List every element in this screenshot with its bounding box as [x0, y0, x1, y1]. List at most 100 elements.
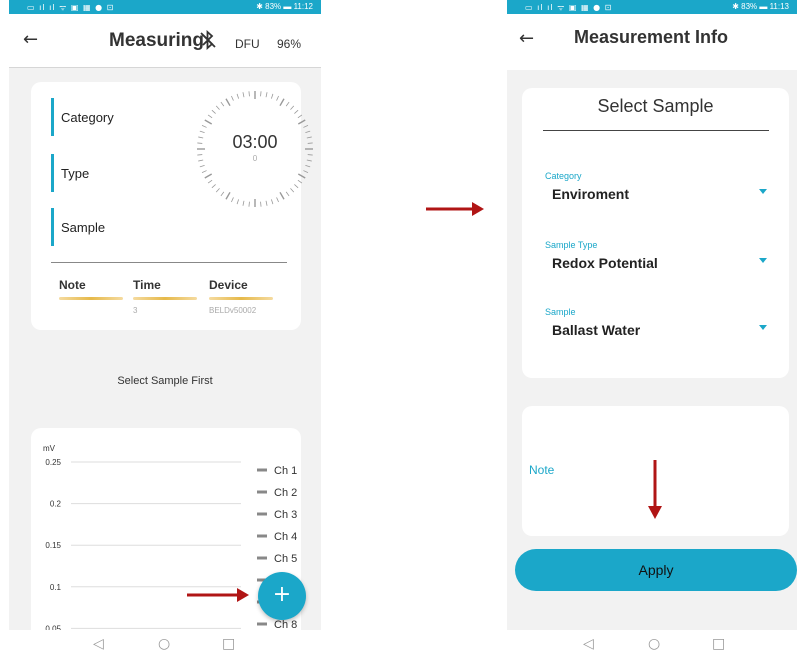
chart-y-tick-label: 0.1 — [50, 583, 62, 592]
meta-underline — [59, 297, 123, 300]
sample-dropdown-value: Ballast Water — [552, 322, 641, 338]
select-sample-title: Select Sample — [597, 96, 714, 116]
dial-tick — [290, 188, 295, 193]
dial-tick — [265, 200, 268, 206]
status-battery-time: ✱ 83% ▬ 11:12 — [256, 2, 313, 11]
legend-label: Ch 1 — [274, 465, 297, 477]
divider — [51, 262, 287, 263]
nav-back-icon[interactable]: ◁ — [583, 636, 594, 652]
category-dropdown-label: Category — [545, 171, 582, 181]
add-fab-button[interactable]: + — [258, 572, 306, 620]
dial-tick — [231, 95, 234, 101]
status-bar: ▭ ıl ıl ᯤ ▣ ▦ ● ⊡ ✱ 83% ▬ 11:12 — [9, 0, 321, 14]
annotation-arrow-fab — [187, 588, 249, 602]
bluetooth-off-icon[interactable] — [199, 29, 217, 55]
dropdown-caret-icon — [759, 189, 767, 194]
field-accent-bar — [51, 98, 54, 136]
field-accent-bar — [51, 208, 54, 246]
dial-tick — [270, 199, 274, 205]
device-meta-label: Device — [209, 278, 248, 292]
dial-tick — [285, 191, 290, 197]
dial-tick — [290, 105, 295, 110]
dial-tick — [204, 119, 213, 125]
timer-time: 03:00 — [232, 132, 278, 152]
chart-y-tick-label: 0.25 — [45, 458, 61, 467]
dial-tick — [211, 184, 216, 189]
measurement-info-card: Category Type Sample 03:00 0 Note Time 3… — [31, 82, 313, 330]
dfu-button[interactable]: DFU — [235, 37, 260, 51]
dial-tick — [211, 109, 216, 114]
status-battery-time: ✱ 83% ▬ 11:13 — [732, 2, 789, 11]
page-title: Measurement Info — [574, 27, 729, 47]
time-meta-value: 3 — [133, 306, 138, 315]
status-bar: ▭ ıl ıl ᯤ ▣ ▦ ● ⊡ ✱ 83% ▬ 11:13 — [507, 0, 797, 14]
annotation-arrow-down — [648, 460, 662, 519]
dial-tick — [279, 98, 285, 107]
select-sample-card: Select Sample Category Enviroment Sample… — [522, 88, 789, 378]
legend-label: Ch 5 — [274, 553, 297, 565]
nav-home-icon[interactable]: ○ — [648, 636, 660, 652]
device-meta: Device BELDv50002 — [209, 278, 273, 315]
chart-legend-entry[interactable]: Ch 2 — [257, 487, 297, 499]
system-nav-bar: ◁ ○ □ — [9, 630, 321, 660]
select-sample-first-message: Select Sample First — [117, 375, 213, 387]
note-meta: Note — [59, 278, 123, 300]
system-nav-bar: ◁ ○ □ — [507, 630, 797, 660]
timer-subvalue: 0 — [252, 154, 258, 163]
time-meta-label: Time — [133, 278, 161, 292]
sample-label: Sample — [61, 220, 106, 235]
nav-recent-icon[interactable]: □ — [222, 636, 235, 652]
page-title: Measuring — [109, 30, 205, 51]
annotation-arrow-between-screens — [426, 202, 484, 216]
dial-tick — [260, 91, 262, 97]
chart-card: mV 0.25 0.2 0.15 0.1 0.05 Ch 1 Ch 2 Ch 3 Ch 4 Ch 5… — [31, 428, 301, 660]
dial-tick — [303, 125, 309, 128]
category-dropdown[interactable]: Category Enviroment — [545, 171, 767, 202]
meta-underline — [209, 297, 273, 300]
dial-tick — [265, 92, 268, 98]
nav-recent-icon[interactable]: □ — [712, 636, 725, 652]
dial-tick — [220, 191, 225, 197]
measurement-info-screen: ▭ ıl ıl ᯤ ▣ ▦ ● ⊡ ✱ 83% ▬ 11:13 ← Measur… — [507, 0, 797, 660]
dial-tick — [204, 173, 213, 179]
dial-tick — [297, 119, 306, 125]
dial-tick — [297, 114, 303, 119]
sample-dropdown-label: Sample — [545, 307, 576, 317]
nav-back-icon[interactable]: ◁ — [93, 636, 104, 652]
legend-label: Ch 4 — [274, 531, 297, 543]
category-label: Category — [61, 110, 114, 125]
measurement-chart: mV0.250.20.150.10.05Ch 1Ch 2Ch 3Ch 4Ch 5… — [43, 444, 297, 633]
chart-legend-entry[interactable]: Ch 3 — [257, 509, 297, 521]
type-label: Type — [61, 166, 90, 181]
legend-label: Ch 2 — [274, 487, 297, 499]
battery-percentage: 96% — [277, 37, 302, 51]
dial-tick — [294, 184, 299, 189]
meta-underline — [133, 297, 197, 300]
status-icons: ▭ ıl ıl ᯤ ▣ ▦ ● ⊡ — [525, 3, 613, 12]
dial-tick — [279, 191, 285, 200]
dial-tick — [220, 101, 225, 107]
back-arrow-icon[interactable]: ← — [519, 28, 534, 49]
dial-tick — [297, 173, 306, 179]
chart-legend-entry[interactable]: Ch 4 — [257, 531, 297, 543]
status-icons: ▭ ıl ıl ᯤ ▣ ▦ ● ⊡ — [27, 3, 115, 12]
dial-tick — [215, 105, 220, 110]
sample-dropdown[interactable]: Sample Ballast Water — [545, 307, 767, 338]
dial-tick — [207, 179, 213, 184]
chart-legend-entry[interactable]: Ch 5 — [257, 553, 297, 565]
dial-tick — [270, 93, 274, 99]
category-dropdown-value: Enviroment — [552, 186, 630, 202]
chart-legend-entry[interactable]: Ch 1 — [257, 465, 297, 477]
dial-tick — [199, 164, 205, 168]
nav-home-icon[interactable]: ○ — [158, 636, 170, 652]
dial-tick — [305, 164, 311, 168]
back-arrow-icon[interactable]: ← — [23, 29, 38, 50]
dial-tick — [242, 92, 245, 98]
apply-button[interactable]: Apply — [515, 549, 797, 591]
device-meta-value: BELDv50002 — [209, 306, 257, 315]
sample-type-dropdown[interactable]: Sample Type Redox Potential — [545, 240, 767, 271]
dial-tick — [276, 197, 279, 203]
field-accent-bar — [51, 154, 54, 192]
legend-label: Ch 3 — [274, 509, 297, 521]
chart-y-tick-label: 0.15 — [45, 541, 61, 550]
